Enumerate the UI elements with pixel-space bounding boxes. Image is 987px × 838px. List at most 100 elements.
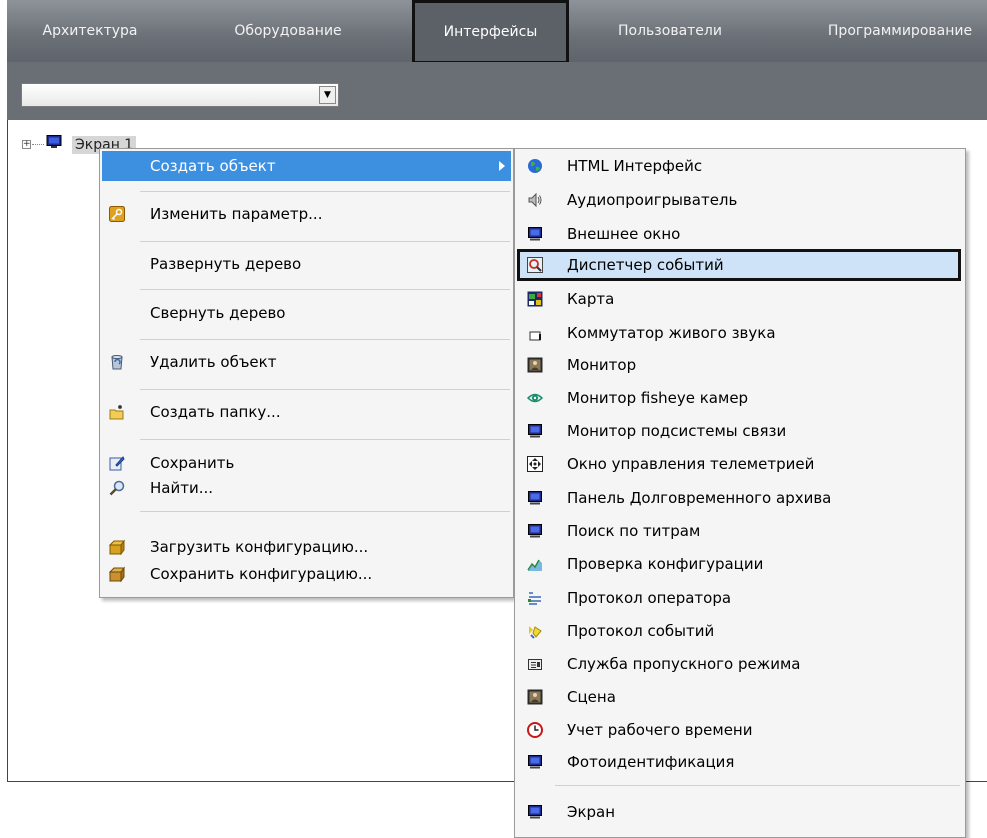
context-menu: Создать объект Изменить параметр... Разв…	[99, 148, 514, 598]
submenu-item-label: Аудиопроигрыватель	[567, 191, 738, 209]
new-folder-icon	[109, 405, 124, 420]
monitor-icon	[528, 491, 542, 505]
submenu-item-label: Протокол событий	[567, 622, 715, 640]
screen-node-icon	[46, 135, 62, 148]
submenu-item-live-sound-switch[interactable]: Коммутатор живого звука	[517, 317, 961, 349]
submenu-item-label: Внешнее окно	[567, 225, 681, 243]
menu-item-delete-object[interactable]: Удалить объект	[102, 347, 511, 377]
submenu-item-fisheye-monitor[interactable]: Монитор fisheye камер	[517, 382, 961, 414]
menu-item-label: Создать объект	[150, 157, 276, 175]
submenu-item-audio-player[interactable]: Аудиопроигрыватель	[517, 184, 961, 216]
submenu-item-label: Учет рабочего времени	[567, 721, 753, 739]
submenu-item-work-time-accounting[interactable]: Учет рабочего времени	[517, 714, 961, 746]
monitor-icon	[528, 755, 542, 769]
menu-item-collapse-tree[interactable]: Свернуть дерево	[102, 298, 511, 328]
submenu-item-label: Монитор	[567, 356, 637, 374]
access-control-icon	[528, 659, 542, 670]
submenu-item-map[interactable]: Карта	[517, 283, 961, 315]
menu-item-create-folder[interactable]: Создать папку...	[102, 397, 511, 427]
submenu-item-event-log[interactable]: Протокол событий	[517, 615, 961, 647]
menu-item-find[interactable]: Найти...	[102, 473, 511, 503]
submenu-item-caption-search[interactable]: Поиск по титрам	[517, 515, 961, 547]
menu-item-expand-tree[interactable]: Развернуть дерево	[102, 249, 511, 279]
speaker-icon	[528, 192, 542, 208]
submenu-item-comm-subsystem-monitor[interactable]: Монитор подсистемы связи	[517, 415, 961, 447]
menu-item-edit-parameter[interactable]: Изменить параметр...	[102, 199, 511, 229]
submenu-item-label: Монитор подсистемы связи	[567, 422, 787, 440]
menu-separator	[140, 241, 510, 242]
submenu-item-scene[interactable]: Сцена	[517, 681, 961, 713]
globe-icon	[528, 159, 542, 173]
menu-separator	[140, 389, 510, 390]
submenu-item-html-interface[interactable]: HTML Интерфейс	[517, 150, 961, 182]
menu-item-label: Развернуть дерево	[150, 255, 302, 273]
menu-item-label: Сохранить конфигурацию...	[150, 565, 373, 583]
submenu-item-label: Фотоидентификация	[567, 753, 735, 771]
menu-item-label: Свернуть дерево	[150, 304, 286, 322]
submenu-item-operator-log[interactable]: Протокол оператора	[517, 582, 961, 614]
screen-icon	[528, 805, 542, 819]
monitor-icon	[528, 524, 542, 538]
submenu-item-label: Панель Долговременного архива	[567, 489, 832, 507]
menu-item-label: Найти...	[150, 479, 214, 497]
menu-item-label: Удалить объект	[150, 353, 277, 371]
config-check-icon	[527, 559, 542, 571]
submenu-item-label: Карта	[567, 290, 615, 308]
submenu-item-config-check[interactable]: Проверка конфигурации	[517, 548, 961, 580]
menu-separator	[140, 439, 510, 440]
menu-item-create-object[interactable]: Создать объект	[102, 151, 511, 181]
submenu-item-label: Диспетчер событий	[567, 256, 724, 274]
submenu-item-label: Экран	[567, 803, 616, 821]
edit-key-icon	[109, 206, 125, 222]
menu-item-save-config[interactable]: Сохранить конфигурацию...	[102, 559, 511, 589]
video-monitor-icon	[527, 357, 543, 373]
submenu-item-label: Коммутатор живого звука	[567, 324, 776, 342]
telemetry-icon	[527, 456, 543, 472]
save-icon	[109, 456, 125, 471]
event-dispatcher-icon	[527, 257, 543, 273]
submenu-separator	[555, 785, 960, 786]
submenu-item-label: Сцена	[567, 688, 616, 706]
monitor-icon	[528, 227, 542, 241]
submenu-item-screen[interactable]: Экран	[517, 796, 961, 828]
operator-log-icon	[528, 592, 541, 605]
menu-separator	[140, 339, 510, 340]
submenu-item-label: Проверка конфигурации	[567, 555, 764, 573]
submenu-item-photo-identification[interactable]: Фотоидентификация	[517, 746, 961, 778]
tab-programming[interactable]: Программирование	[813, 0, 987, 62]
menu-item-label: Загрузить конфигурацию...	[150, 538, 369, 556]
submenu-item-label: HTML Интерфейс	[567, 157, 703, 175]
map-icon	[527, 291, 543, 307]
submenu-item-access-control-service[interactable]: Служба пропускного режима	[517, 648, 961, 680]
submenu-item-label: Протокол оператора	[567, 589, 732, 607]
tree-connector-line	[32, 144, 44, 145]
submenu-item-long-term-archive-panel[interactable]: Панель Долговременного архива	[517, 482, 961, 514]
menu-separator	[140, 191, 510, 192]
submenu-item-event-dispatcher[interactable]: Диспетчер событий	[517, 249, 961, 281]
menu-item-label: Изменить параметр...	[150, 205, 323, 223]
tab-architecture[interactable]: Архитектура	[35, 0, 145, 62]
scene-icon	[527, 689, 543, 705]
submenu-item-telemetry-window[interactable]: Окно управления телеметрией	[517, 448, 961, 480]
tab-users[interactable]: Пользователи	[603, 0, 737, 62]
top-tab-bar: Архитектура Оборудование Интерфейсы Поль…	[7, 0, 987, 64]
toolbar: ▼	[7, 62, 987, 120]
menu-separator	[140, 511, 510, 512]
tab-interfaces[interactable]: Интерфейсы	[412, 0, 569, 64]
object-type-dropdown[interactable]: ▼	[21, 83, 339, 107]
chevron-down-icon[interactable]: ▼	[319, 86, 336, 104]
fisheye-eye-icon	[527, 393, 543, 403]
tab-equipment[interactable]: Оборудование	[221, 0, 355, 62]
submenu-item-label: Окно управления телеметрией	[567, 455, 815, 473]
submenu-item-label: Монитор fisheye камер	[567, 389, 749, 407]
create-object-submenu: HTML Интерфейс Аудиопроигрыватель Внешне…	[514, 148, 966, 838]
submenu-item-label: Служба пропускного режима	[567, 655, 801, 673]
search-icon	[109, 480, 125, 496]
expand-node-icon[interactable]: +	[22, 140, 31, 149]
monitor-icon	[528, 424, 542, 438]
submenu-item-monitor[interactable]: Монитор	[517, 349, 961, 381]
submenu-item-external-window[interactable]: Внешнее окно	[517, 218, 961, 250]
load-config-icon	[109, 539, 125, 555]
menu-item-label: Создать папку...	[150, 403, 281, 421]
menu-item-load-config[interactable]: Загрузить конфигурацию...	[102, 532, 511, 562]
